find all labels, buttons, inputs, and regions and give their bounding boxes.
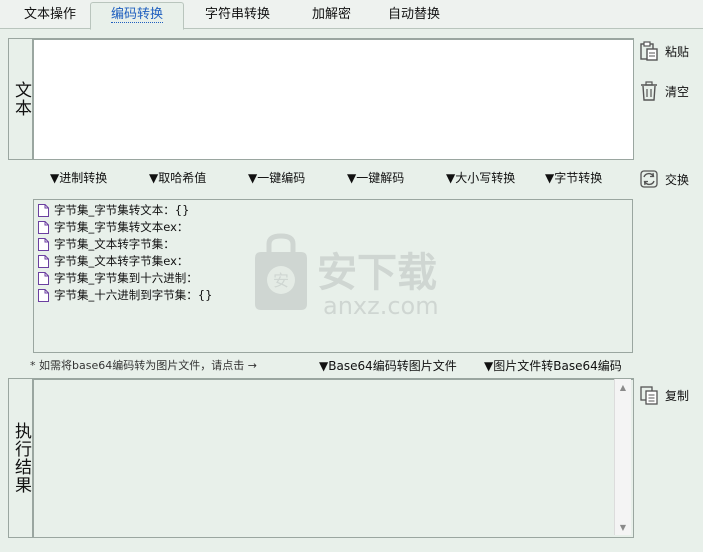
list-item[interactable]: 字节集_字节集转文本ex： — [38, 219, 188, 236]
document-icon — [38, 238, 49, 251]
tab-bar: 文本操作 编码转换 字符串转换 加解密 自动替换 — [0, 0, 703, 30]
list-item[interactable]: 字节集_字节集到十六进制： — [38, 270, 198, 287]
input-section: 文本 — [8, 38, 634, 160]
list-item[interactable]: 字节集_十六进制到字节集：{} — [38, 287, 212, 304]
input-label: 文本 — [9, 39, 33, 159]
list-item[interactable]: 字节集_文本转字节集ex： — [38, 253, 188, 270]
output-label: 执行结果 — [9, 379, 33, 537]
case-convert-dropdown[interactable]: ▼大小写转换 — [446, 169, 515, 187]
one-click-decode-dropdown[interactable]: ▼一键解码 — [347, 169, 404, 187]
output-scrollbar[interactable]: ▲ ▼ — [614, 379, 631, 535]
swap-button[interactable]: 交换 — [638, 166, 689, 192]
list-item[interactable]: 字节集_字节集转文本：{} — [38, 202, 189, 219]
document-icon — [38, 204, 49, 217]
function-list[interactable]: 字节集_字节集转文本：{} 字节集_字节集转文本ex： 字节集_文本转字节集： … — [33, 199, 633, 353]
tab-string[interactable]: 字符串转换 — [205, 4, 270, 26]
tab-crypto[interactable]: 加解密 — [312, 4, 351, 26]
list-item[interactable]: 字节集_文本转字节集： — [38, 236, 175, 253]
scroll-down-icon[interactable]: ▼ — [615, 520, 631, 534]
copy-icon — [640, 386, 658, 405]
document-icon — [38, 289, 49, 302]
tab-encoding[interactable]: 编码转换 — [90, 2, 184, 30]
tab-auto-replace[interactable]: 自动替换 — [388, 4, 440, 26]
clear-button[interactable]: 清空 — [638, 78, 689, 104]
paste-button[interactable]: 粘贴 — [638, 38, 689, 64]
tab-text-ops[interactable]: 文本操作 — [24, 4, 76, 26]
output-section: 执行结果 — [8, 378, 634, 538]
scroll-up-icon[interactable]: ▲ — [615, 380, 631, 394]
image-to-base64-dropdown[interactable]: ▼图片文件转Base64编码 — [484, 357, 622, 375]
document-icon — [38, 272, 49, 285]
paste-icon — [640, 41, 658, 61]
input-textarea[interactable] — [33, 39, 634, 160]
radix-convert-dropdown[interactable]: ▼进制转换 — [50, 169, 107, 187]
one-click-encode-dropdown[interactable]: ▼一键编码 — [248, 169, 305, 187]
copy-button[interactable]: 复制 — [638, 382, 689, 408]
swap-icon — [640, 170, 658, 188]
document-icon — [38, 221, 49, 234]
output-textarea[interactable] — [33, 379, 634, 538]
trash-icon — [641, 81, 657, 101]
document-icon — [38, 255, 49, 268]
base64-to-image-dropdown[interactable]: ▼Base64编码转图片文件 — [319, 357, 457, 375]
byte-convert-dropdown[interactable]: ▼字节转换 — [545, 169, 602, 187]
base64-hint: * 如需将base64编码转为图片文件，请点击 → — [30, 359, 257, 372]
hash-dropdown[interactable]: ▼取哈希值 — [149, 169, 206, 187]
